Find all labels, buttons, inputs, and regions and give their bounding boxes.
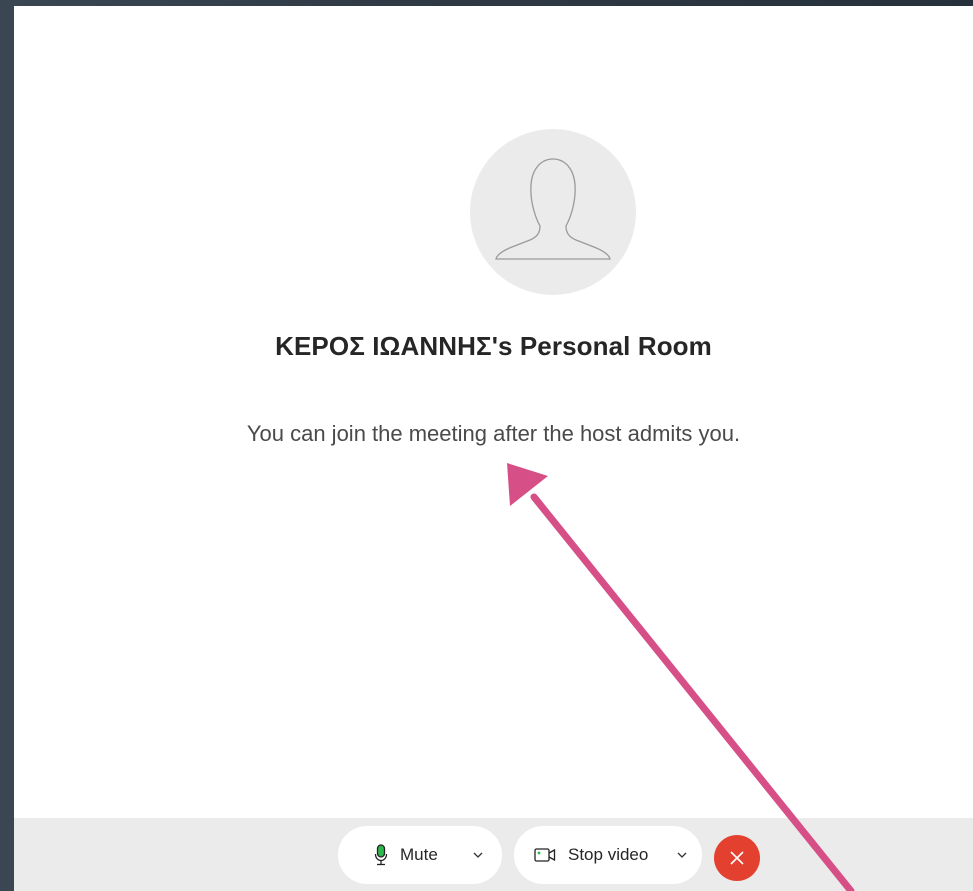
video-options-dropdown[interactable] xyxy=(670,826,694,884)
chevron-down-icon xyxy=(473,852,483,858)
waiting-status-text: You can join the meeting after the host … xyxy=(246,421,741,446)
video-control: Stop video xyxy=(514,826,702,884)
meeting-control-bar: Mute Stop video xyxy=(14,818,973,891)
meeting-window: ΚΕΡΟΣ ΙΩΑΝΝΗΣ's Personal Room You can jo… xyxy=(14,6,973,891)
mute-control: Mute xyxy=(338,826,502,884)
chevron-down-icon xyxy=(677,852,687,858)
leave-meeting-button[interactable] xyxy=(714,835,760,881)
mute-button[interactable]: Mute xyxy=(338,826,438,884)
audio-options-dropdown[interactable] xyxy=(466,826,490,884)
person-silhouette-icon xyxy=(495,158,611,260)
stop-video-button[interactable]: Stop video xyxy=(514,826,648,884)
close-icon xyxy=(730,851,744,865)
stop-video-label: Stop video xyxy=(568,845,649,864)
microphone-icon xyxy=(374,844,388,866)
video-camera-icon xyxy=(534,847,556,863)
room-title: ΚΕΡΟΣ ΙΩΑΝΝΗΣ's Personal Room xyxy=(275,331,712,361)
avatar xyxy=(470,129,636,295)
mute-label: Mute xyxy=(400,845,438,864)
